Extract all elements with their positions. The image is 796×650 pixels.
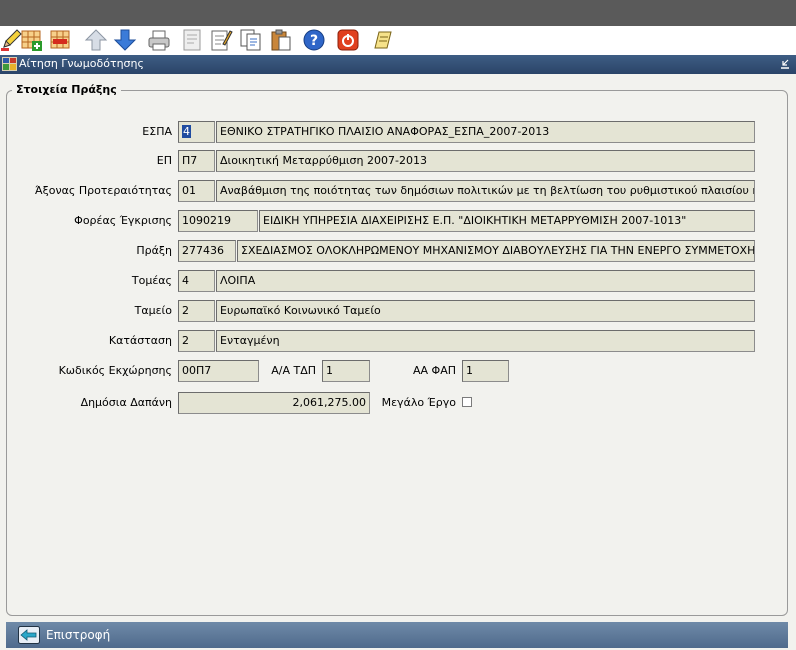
paste-icon[interactable] xyxy=(269,28,293,52)
window-title: Αίτηση Γνωμοδότησης xyxy=(19,57,144,70)
aa-tdp-label: Α/Α ΤΔΠ xyxy=(271,364,316,377)
edit-notes-icon[interactable] xyxy=(209,28,233,52)
tameio-description-field[interactable]: Ευρωπαϊκό Κοινωνικό Ταμείο xyxy=(216,300,755,322)
megalo-ergo-label: Μεγάλο Έργο xyxy=(381,396,456,409)
help-icon[interactable]: ? xyxy=(302,28,326,52)
exit-power-icon[interactable] xyxy=(336,28,360,52)
axonas-label: Άξονας Προτεραιότητας xyxy=(35,184,172,197)
back-button-label: Επιστροφή xyxy=(46,628,111,642)
insert-record-icon[interactable] xyxy=(20,28,44,52)
print-preview-icon[interactable] xyxy=(180,28,204,52)
report-icon[interactable] xyxy=(371,28,395,52)
window-app-icon xyxy=(2,57,17,71)
kodikos-label: Κωδικός Εκχώρησης xyxy=(58,364,172,377)
katastasi-code-field[interactable]: 2 xyxy=(178,330,215,352)
tomeas-description-field[interactable]: ΛΟΙΠΑ xyxy=(216,270,755,292)
espa-label: ΕΣΠΑ xyxy=(142,125,172,138)
praxi-code-field[interactable]: 277436 xyxy=(178,240,236,262)
window-title-bar: Αίτηση Γνωμοδότησης xyxy=(0,55,796,74)
arrow-down-icon[interactable] xyxy=(113,28,137,52)
kodikos-field[interactable]: 00Π7 xyxy=(178,360,259,382)
foreas-label: Φορέας Έγκρισης xyxy=(74,214,172,227)
aa-fap-label: ΑΑ ΦΑΠ xyxy=(412,364,456,377)
delete-record-icon[interactable] xyxy=(49,28,73,52)
espa-description-field[interactable]: ΕΘΝΙΚΟ ΣΤΡΑΤΗΓΙΚΟ ΠΛΑΙΣΙΟ ΑΝΑΦΟΡΑΣ_ΕΣΠΑ_… xyxy=(216,121,755,143)
dapani-field[interactable]: 2,061,275.00 xyxy=(178,392,370,414)
window-minimize-icon[interactable] xyxy=(779,56,791,71)
application-top-bar xyxy=(0,0,796,26)
tameio-label: Ταμείο xyxy=(134,304,172,317)
katastasi-label: Κατάσταση xyxy=(108,334,172,347)
foreas-code-field[interactable]: 1090219 xyxy=(178,210,258,232)
dapani-label: Δημόσια Δαπάνη xyxy=(80,396,172,409)
bottom-button-bar: Επιστροφή xyxy=(6,622,788,648)
praxi-description-field[interactable]: ΣΧΕΔΙΑΣΜΟΣ ΟΛΟΚΛΗΡΩΜΕΝΟΥ ΜΗΧΑΝΙΣΜΟΥ ΔΙΑΒ… xyxy=(237,240,755,262)
aa-tdp-field[interactable]: 1 xyxy=(322,360,370,382)
espa-code-value: 4 xyxy=(182,125,191,138)
copy-icon[interactable] xyxy=(239,28,263,52)
espa-code-field[interactable]: 4 xyxy=(178,121,215,143)
back-button[interactable]: Επιστροφή xyxy=(18,625,110,645)
printer-icon[interactable] xyxy=(147,28,171,52)
katastasi-description-field[interactable]: Ενταγμένη xyxy=(216,330,755,352)
svg-text:?: ? xyxy=(310,33,318,49)
toolbar: ? xyxy=(0,26,796,54)
form-frame: Στοιχεία Πράξης ΕΣΠΑ 4 ΕΘΝΙΚΟ ΣΤΡΑΤΗΓΙΚΟ… xyxy=(0,74,796,650)
ep-code-field[interactable]: Π7 xyxy=(178,150,215,172)
back-arrow-icon xyxy=(18,626,40,644)
axonas-description-field[interactable]: Αναβάθμιση της ποιότητας των δημόσιων πο… xyxy=(216,180,755,202)
ep-label: ΕΠ xyxy=(156,154,172,167)
tameio-code-field[interactable]: 2 xyxy=(178,300,215,322)
arrow-up-icon[interactable] xyxy=(84,28,108,52)
tomeas-code-field[interactable]: 4 xyxy=(178,270,215,292)
megalo-ergo-checkbox[interactable] xyxy=(462,397,472,407)
ep-description-field[interactable]: Διοικητική Μεταρρύθμιση 2007-2013 xyxy=(216,150,755,172)
tomeas-label: Τομέας xyxy=(131,274,172,287)
aa-fap-field[interactable]: 1 xyxy=(462,360,509,382)
praxi-label: Πράξη xyxy=(136,244,172,257)
section-legend: Στοιχεία Πράξης xyxy=(12,83,121,96)
axonas-code-field[interactable]: 01 xyxy=(178,180,215,202)
foreas-description-field[interactable]: ΕΙΔΙΚΗ ΥΠΗΡΕΣΙΑ ΔΙΑΧΕΙΡΙΣΗΣ Ε.Π. "ΔΙΟΙΚΗ… xyxy=(259,210,755,232)
